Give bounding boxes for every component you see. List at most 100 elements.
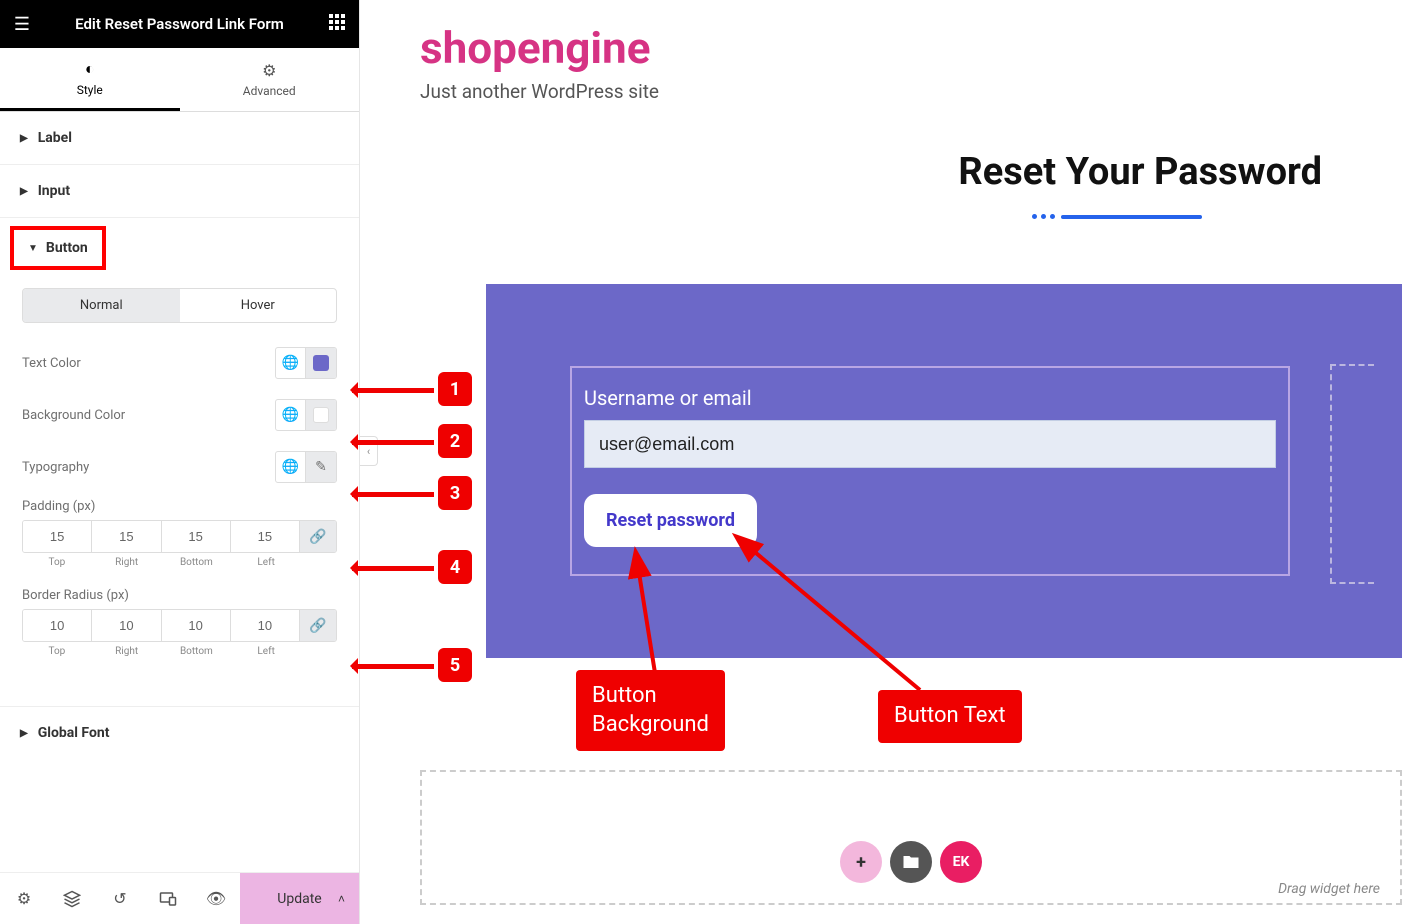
edge-bottom: Bottom xyxy=(162,557,232,568)
annotation-arrow xyxy=(352,440,434,445)
section-label[interactable]: ▶ Label xyxy=(0,112,359,165)
annotation-badge-3: 3 xyxy=(438,476,472,510)
edge-right: Right xyxy=(92,646,162,657)
elementskit-button[interactable]: EK xyxy=(940,841,982,883)
edge-top: Top xyxy=(22,646,92,657)
annotation-line xyxy=(630,548,670,678)
preview-canvas: ‹ shopengine Just another WordPress site… xyxy=(360,0,1402,924)
radius-label: Border Radius (px) xyxy=(22,582,337,609)
edge-top: Top xyxy=(22,557,92,568)
text-color-label: Text Color xyxy=(22,356,81,371)
bg-color-label: Background Color xyxy=(22,408,125,423)
state-normal[interactable]: Normal xyxy=(23,289,180,322)
link-values-icon[interactable]: 🔗 xyxy=(300,610,336,641)
edge-bottom: Bottom xyxy=(162,646,232,657)
globe-icon[interactable]: 🌐 xyxy=(276,400,306,430)
form-section: Username or email Reset password xyxy=(486,284,1402,658)
globe-icon[interactable]: 🌐 xyxy=(276,452,306,482)
annotation-badge-4: 4 xyxy=(438,550,472,584)
section-global-font[interactable]: ▶ Global Font xyxy=(0,707,359,759)
globe-icon[interactable]: 🌐 xyxy=(276,348,306,378)
padding-left[interactable] xyxy=(231,521,299,552)
edge-left: Left xyxy=(231,646,301,657)
sections: ▶ Label ▶ Input ▼ Button Normal Hover Te… xyxy=(0,112,359,872)
annotation-arrow xyxy=(352,388,434,393)
radius-top[interactable] xyxy=(23,610,91,641)
gear-icon: ⚙ xyxy=(262,61,276,80)
form-label: Username or email xyxy=(584,386,1276,410)
add-section-button[interactable]: + xyxy=(840,841,882,883)
annotation-badge-5: 5 xyxy=(438,648,472,682)
section-global-font-text: Global Font xyxy=(38,725,110,741)
responsive-icon[interactable] xyxy=(144,873,192,924)
history-icon[interactable]: ↺ xyxy=(96,873,144,924)
section-input-text: Input xyxy=(38,183,70,199)
settings-icon[interactable]: ⚙ xyxy=(0,873,48,924)
tab-style[interactable]: ◐ Style xyxy=(0,48,180,111)
state-hover[interactable]: Hover xyxy=(180,289,337,322)
annotation-line xyxy=(730,530,930,700)
annotation-button-background: Button Background xyxy=(576,670,725,751)
edit-icon[interactable]: ✎ xyxy=(306,452,336,482)
update-label: Update xyxy=(277,891,321,907)
template-library-button[interactable] xyxy=(890,841,932,883)
heading-divider xyxy=(1032,214,1202,219)
tabs: ◐ Style ⚙ Advanced xyxy=(0,48,359,112)
section-input[interactable]: ▶ Input xyxy=(0,165,359,218)
padding-right[interactable] xyxy=(92,521,160,552)
text-color-row: Text Color 🌐 xyxy=(22,337,337,389)
caret-right-icon: ▶ xyxy=(20,133,28,144)
sidebar-topbar: ☰ Edit Reset Password Link Form xyxy=(0,0,359,48)
preview-icon[interactable]: 👁 xyxy=(192,873,240,924)
tab-advanced[interactable]: ⚙ Advanced xyxy=(180,48,360,111)
annotation-badge-1: 1 xyxy=(438,372,472,406)
section-button[interactable]: ▼ Button xyxy=(10,226,106,270)
edge-left: Left xyxy=(231,557,301,568)
email-field[interactable] xyxy=(584,420,1276,468)
edge-right: Right xyxy=(92,557,162,568)
tab-style-label: Style xyxy=(77,83,103,97)
form-card: Username or email Reset password xyxy=(570,366,1290,576)
chevron-up-icon: ˄ xyxy=(338,892,345,906)
page-heading: Reset Your Password xyxy=(958,150,1322,194)
radius-inputs: 🔗 xyxy=(22,609,337,642)
state-tabs: Normal Hover xyxy=(22,288,337,323)
half-circle-icon: ◐ xyxy=(85,59,95,79)
bg-color-row: Background Color 🌐 xyxy=(22,389,337,441)
site-brand[interactable]: shopengine xyxy=(420,22,1402,74)
update-button[interactable]: Update ˄ xyxy=(240,873,359,924)
panel-title: Edit Reset Password Link Form xyxy=(34,15,325,33)
link-values-icon[interactable]: 🔗 xyxy=(300,521,336,552)
padding-label: Padding (px) xyxy=(22,493,337,520)
text-color-swatch[interactable] xyxy=(306,348,336,378)
annotation-arrow xyxy=(352,566,434,571)
section-button-text: Button xyxy=(46,240,88,256)
column-placeholder[interactable] xyxy=(1330,364,1374,584)
editor-sidebar: ☰ Edit Reset Password Link Form ◐ Style … xyxy=(0,0,360,924)
tab-advanced-label: Advanced xyxy=(243,84,296,98)
bottom-bar: ⚙ ↺ 👁 Update ˄ xyxy=(0,872,359,924)
radius-left[interactable] xyxy=(231,610,299,641)
apps-icon[interactable] xyxy=(325,14,349,34)
layers-icon[interactable] xyxy=(48,873,96,924)
button-panel: Normal Hover Text Color 🌐 Background Col… xyxy=(0,278,359,677)
section-label-text: Label xyxy=(38,130,72,146)
drag-hint: Drag widget here xyxy=(1278,881,1380,897)
radius-bottom[interactable] xyxy=(162,610,230,641)
annotation-arrow xyxy=(352,492,434,497)
caret-down-icon: ▼ xyxy=(28,243,38,254)
annotation-arrow xyxy=(352,664,434,669)
radius-right[interactable] xyxy=(92,610,160,641)
site-tagline: Just another WordPress site xyxy=(420,80,1402,103)
typography-row: Typography 🌐 ✎ xyxy=(22,441,337,493)
padding-bottom[interactable] xyxy=(162,521,230,552)
padding-inputs: 🔗 xyxy=(22,520,337,553)
menu-icon[interactable]: ☰ xyxy=(10,14,34,35)
padding-top[interactable] xyxy=(23,521,91,552)
drag-widget-zone[interactable]: + EK Drag widget here xyxy=(420,770,1402,905)
typography-label: Typography xyxy=(22,460,89,475)
caret-right-icon: ▶ xyxy=(20,728,28,739)
bg-color-swatch[interactable] xyxy=(306,400,336,430)
annotation-badge-2: 2 xyxy=(438,424,472,458)
caret-right-icon: ▶ xyxy=(20,186,28,197)
